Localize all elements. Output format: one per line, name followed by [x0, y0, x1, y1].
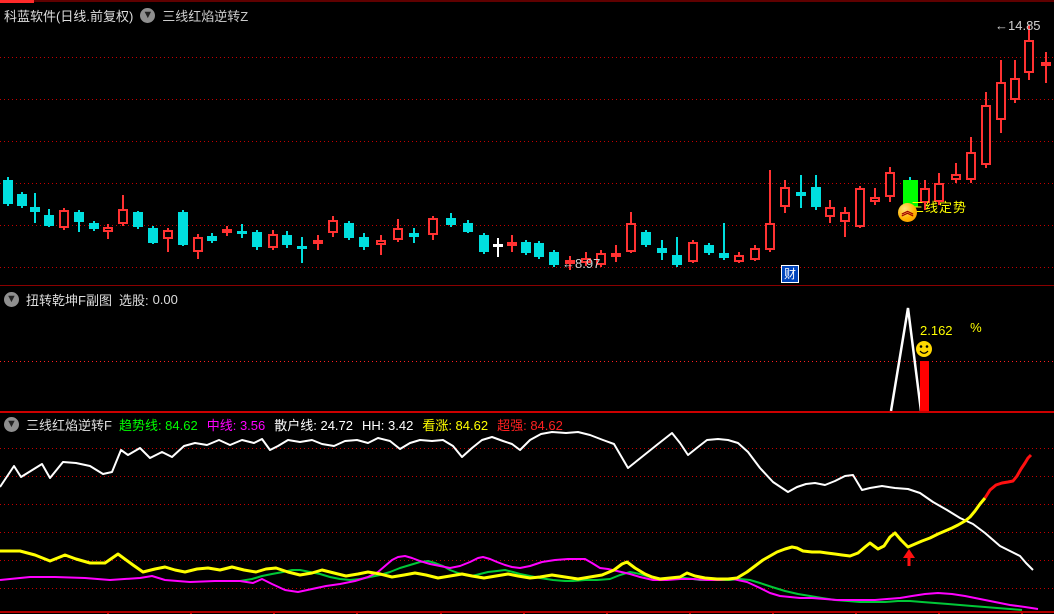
candle-body — [17, 194, 27, 206]
candle-body — [282, 235, 292, 245]
candle-body — [996, 82, 1006, 120]
trading-app-window: 科蓝软件(日线.前复权) ▼ 三线红焰逆转Z ▼ 扭转乾坤F副图 选股: 0.0… — [0, 0, 1054, 614]
candle-body — [870, 197, 880, 202]
candle-body — [313, 240, 323, 244]
candle-body — [163, 230, 173, 239]
candle-body — [376, 240, 386, 245]
candle-wick — [955, 163, 957, 183]
candle-body — [811, 187, 821, 207]
candle-body — [885, 172, 895, 197]
candle-body — [521, 242, 531, 253]
candle-body — [534, 243, 544, 257]
candle-body — [103, 227, 113, 232]
candle-body — [855, 188, 865, 227]
candle-body — [734, 255, 744, 262]
divider-middle-bottom — [0, 411, 1054, 413]
divider-main-middle — [0, 285, 1054, 286]
candle-body — [479, 235, 489, 252]
candle-body — [796, 192, 806, 196]
percent-value: 2.162 — [920, 323, 953, 338]
candle-body — [1010, 78, 1020, 100]
candle-body — [704, 245, 714, 253]
candle-wick — [380, 235, 382, 255]
candle-body — [178, 212, 188, 245]
candle-body — [951, 174, 961, 180]
candle-body — [463, 223, 473, 232]
candle-body — [626, 223, 636, 252]
candle-body — [59, 210, 69, 228]
candle-body — [148, 228, 158, 243]
candle-body — [30, 207, 40, 212]
candle-body — [641, 232, 651, 245]
candle-body — [719, 253, 729, 258]
candle-body — [493, 244, 503, 247]
candle-body — [237, 231, 247, 234]
candle-body — [133, 212, 143, 227]
candle-body — [428, 218, 438, 235]
candle-body — [89, 223, 99, 229]
candle-body — [750, 248, 760, 260]
candle-body — [3, 180, 13, 204]
signal-text-label: 三线定势 — [911, 200, 968, 215]
candle-body — [344, 223, 354, 238]
candle-body — [765, 223, 775, 250]
candle-body — [118, 209, 128, 224]
candle-body — [611, 253, 621, 257]
candle-body — [328, 220, 338, 233]
candle-body — [825, 207, 835, 217]
candle-body — [657, 248, 667, 253]
candle-wick — [301, 237, 303, 263]
candle-body — [297, 246, 307, 249]
candle-body — [44, 215, 54, 226]
candlestick-chart[interactable] — [0, 0, 1054, 614]
candle-body — [981, 105, 991, 165]
percent-value-label: 2.162 % — [920, 320, 982, 338]
candle-body — [222, 229, 232, 233]
candle-body — [1041, 62, 1051, 66]
candle-wick — [1045, 52, 1047, 83]
candle-body — [672, 255, 682, 265]
candle-body — [966, 152, 976, 180]
bottom-border — [0, 611, 1054, 613]
flame-signal-icon: ︽ — [898, 203, 917, 222]
low-price-label: ←8.97 — [562, 256, 601, 271]
candle-body — [207, 236, 217, 241]
candle-body — [268, 234, 278, 248]
candle-body — [507, 242, 517, 246]
candle-body — [549, 252, 559, 265]
candle-body — [780, 187, 790, 207]
candle-body — [193, 237, 203, 252]
cai-badge: 财 — [781, 265, 799, 283]
candle-body — [359, 237, 369, 247]
candle-body — [1024, 40, 1034, 73]
candle-body — [688, 242, 698, 262]
percent-sign: % — [970, 320, 982, 335]
high-price-label: ←14.85 — [995, 18, 1041, 33]
candle-body — [74, 212, 84, 222]
candle-wick — [497, 238, 499, 257]
candle-body — [252, 232, 262, 247]
candle-body — [446, 218, 456, 225]
candle-body — [393, 228, 403, 240]
candle-body — [840, 212, 850, 222]
candle-body — [409, 233, 419, 237]
